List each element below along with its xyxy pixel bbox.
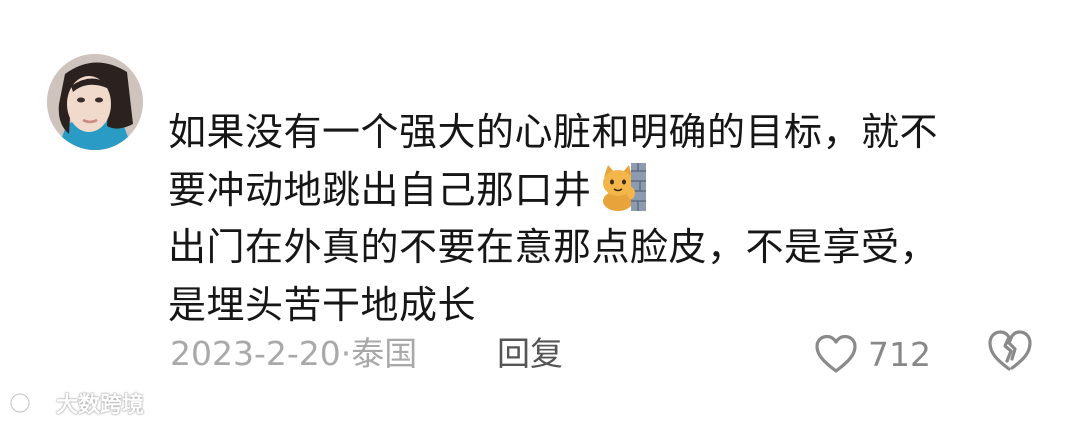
heart-icon [815, 334, 857, 373]
reply-button[interactable]: 回复 [497, 329, 563, 379]
cat-peeking-from-wall-icon [597, 162, 646, 211]
comment-line: 是埋头苦干地成长 [168, 282, 477, 327]
comment-location: 泰国 [351, 334, 418, 373]
meta-separator: · [340, 334, 352, 373]
watermark: 大数跨境 [8, 386, 144, 420]
comment-line: 出门在外真的不要在意那点脸皮，不是享受， [168, 225, 939, 269]
like-count: 712 [868, 334, 931, 374]
dislike-button[interactable] [986, 329, 1036, 379]
watermark-logo-icon [9, 392, 51, 414]
comment-date: 2023-2-20 [170, 334, 341, 373]
watermark-text: 大数跨境 [56, 393, 145, 418]
avatar[interactable] [47, 54, 143, 150]
comment-text: 如果没有一个强大的心脏和明确的目标，就不 要冲动地跳出自己那口井 出门在外真的不… [168, 104, 1048, 334]
comment-meta: 2023-2-20·泰国 [170, 329, 417, 379]
broken-heart-icon [988, 330, 1032, 371]
comment-line: 如果没有一个强大的心脏和明确的目标，就不 [168, 110, 939, 154]
comment-line-text: 要冲动地跳出自己那口井 [168, 167, 592, 212]
comment-line: 要冲动地跳出自己那口井 [168, 162, 1048, 220]
like-button[interactable]: 712 [814, 327, 931, 381]
